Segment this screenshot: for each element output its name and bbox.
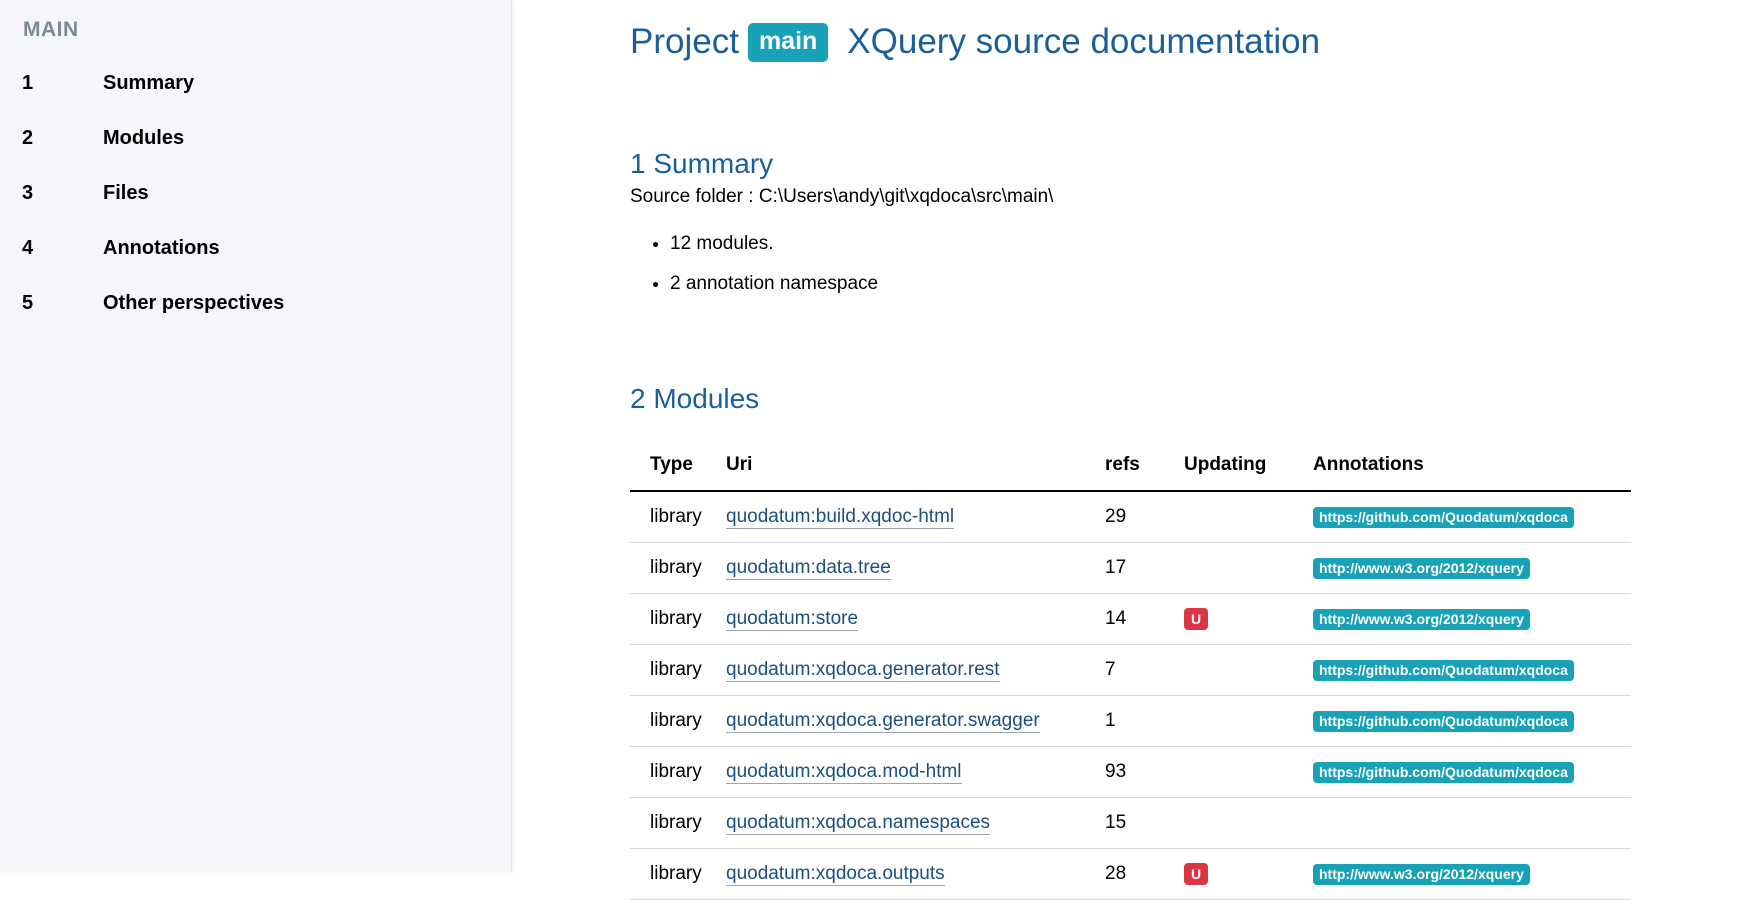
column-header-refs[interactable]: refs: [1105, 440, 1184, 492]
module-type: library: [630, 695, 726, 747]
updating-badge: U: [1184, 863, 1208, 885]
module-uri-link[interactable]: quodatum:xqdoca.outputs: [726, 863, 945, 886]
table-row: library quodatum:xqdoca.namespaces 15: [630, 797, 1631, 849]
module-uri-link[interactable]: quodatum:store: [726, 608, 859, 631]
nav-number: 5: [22, 292, 34, 314]
nav-label: Annotations: [103, 237, 220, 259]
sidebar-item-other-perspectives[interactable]: 5 Other perspectives: [22, 292, 284, 347]
modules-table: Type Uri refs Updating Annotations libra…: [630, 440, 1631, 900]
annotation-badge[interactable]: http://www.w3.org/2012/xquery: [1313, 609, 1530, 630]
annotation-badge[interactable]: https://github.com/Quodatum/xqdoca: [1313, 711, 1574, 732]
module-type: library: [630, 542, 726, 594]
column-header-uri[interactable]: Uri: [726, 440, 1105, 492]
sidebar-item-modules[interactable]: 2 Modules: [22, 127, 284, 182]
table-row: library quodatum:data.tree 17 http://www.w3…: [630, 542, 1631, 594]
nav-number: 4: [22, 237, 34, 259]
sidebar-item-summary[interactable]: 1 Summary: [22, 72, 284, 127]
table-row: library quodatum:store 14 Uhttp://www.w3.or…: [630, 593, 1631, 645]
annotation-badge[interactable]: https://github.com/Quodatum/xqdoca: [1313, 762, 1574, 783]
module-refs: 28: [1105, 848, 1184, 900]
annotation-badge[interactable]: http://www.w3.org/2012/xquery: [1313, 864, 1530, 885]
table-row: library quodatum:build.xqdoc-html 29 https:…: [630, 491, 1631, 543]
column-header-updating[interactable]: Updating: [1184, 440, 1313, 492]
module-type: library: [630, 848, 726, 900]
module-type: library: [630, 593, 726, 645]
summary-heading: 1 Summary: [630, 148, 774, 179]
table-row: library quodatum:xqdoca.outputs 28 Uhttp://…: [630, 848, 1631, 900]
nav-number: 1: [22, 72, 34, 94]
module-type: library: [630, 797, 726, 849]
module-refs: 15: [1105, 797, 1184, 849]
modules-heading: 2 Modules: [630, 383, 760, 414]
sidebar: MAIN 1 Summary 2 Modules 3 Files 4 Annot…: [0, 0, 512, 872]
nav-label: Summary: [103, 72, 195, 94]
source-folder: Source folder : C:\Users\andy\git\xqdoca…: [630, 186, 1054, 207]
module-refs: 7: [1105, 644, 1184, 696]
table-row: library quodatum:xqdoca.mod-html 93 https:/…: [630, 746, 1631, 798]
table-header-row: Type Uri refs Updating Annotations: [630, 440, 1631, 492]
sidebar-nav: 1 Summary 2 Modules 3 Files 4 Annotation…: [22, 72, 284, 347]
module-uri-link[interactable]: quodatum:xqdoca.mod-html: [726, 761, 962, 784]
project-badge: main: [747, 22, 829, 62]
module-uri-link[interactable]: quodatum:xqdoca.generator.swagger: [726, 710, 1040, 733]
annotation-badge[interactable]: https://github.com/Quodatum/xqdoca: [1313, 507, 1574, 528]
module-uri-link[interactable]: quodatum:data.tree: [726, 557, 891, 580]
nav-label: Modules: [103, 127, 185, 149]
module-refs: 1: [1105, 695, 1184, 747]
sidebar-item-annotations[interactable]: 4 Annotations: [22, 237, 284, 292]
nav-label: Other perspectives: [103, 292, 285, 314]
sidebar-item-files[interactable]: 3 Files: [22, 182, 284, 237]
module-uri-link[interactable]: quodatum:xqdoca.generator.rest: [726, 659, 1000, 682]
module-type: library: [630, 644, 726, 696]
annotation-badge[interactable]: https://github.com/Quodatum/xqdoca: [1313, 660, 1574, 681]
title-prefix: Project: [630, 22, 739, 61]
table-row: library quodatum:xqdoca.generator.swagger…: [630, 695, 1631, 747]
nav-label: Files: [103, 182, 149, 204]
module-uri-link[interactable]: quodatum:build.xqdoc-html: [726, 506, 955, 529]
module-refs: 17: [1105, 542, 1184, 594]
table-row: library quodatum:xqdoca.generator.rest 7 ht…: [630, 644, 1631, 696]
nav-number: 2: [22, 127, 34, 149]
list-item: 2 annotation namespace: [670, 273, 878, 313]
nav-number: 3: [22, 182, 34, 204]
module-type: library: [630, 491, 726, 543]
summary-list: 12 modules. 2 annotation namespace: [630, 233, 878, 313]
title-suffix: XQuery source documentation: [847, 22, 1321, 61]
module-refs: 29: [1105, 491, 1184, 543]
page-title: Project main XQuery source documentation: [630, 22, 1320, 62]
column-header-type[interactable]: Type: [630, 440, 726, 492]
module-refs: 14: [1105, 593, 1184, 645]
updating-badge: U: [1184, 608, 1208, 630]
module-uri-link[interactable]: quodatum:xqdoca.namespaces: [726, 812, 991, 835]
module-refs: 93: [1105, 746, 1184, 798]
module-type: library: [630, 746, 726, 798]
list-item: 12 modules.: [670, 233, 878, 273]
sidebar-heading: MAIN: [23, 18, 79, 41]
annotation-badge[interactable]: http://www.w3.org/2012/xquery: [1313, 558, 1530, 579]
column-header-annotations[interactable]: Annotations: [1313, 440, 1631, 492]
